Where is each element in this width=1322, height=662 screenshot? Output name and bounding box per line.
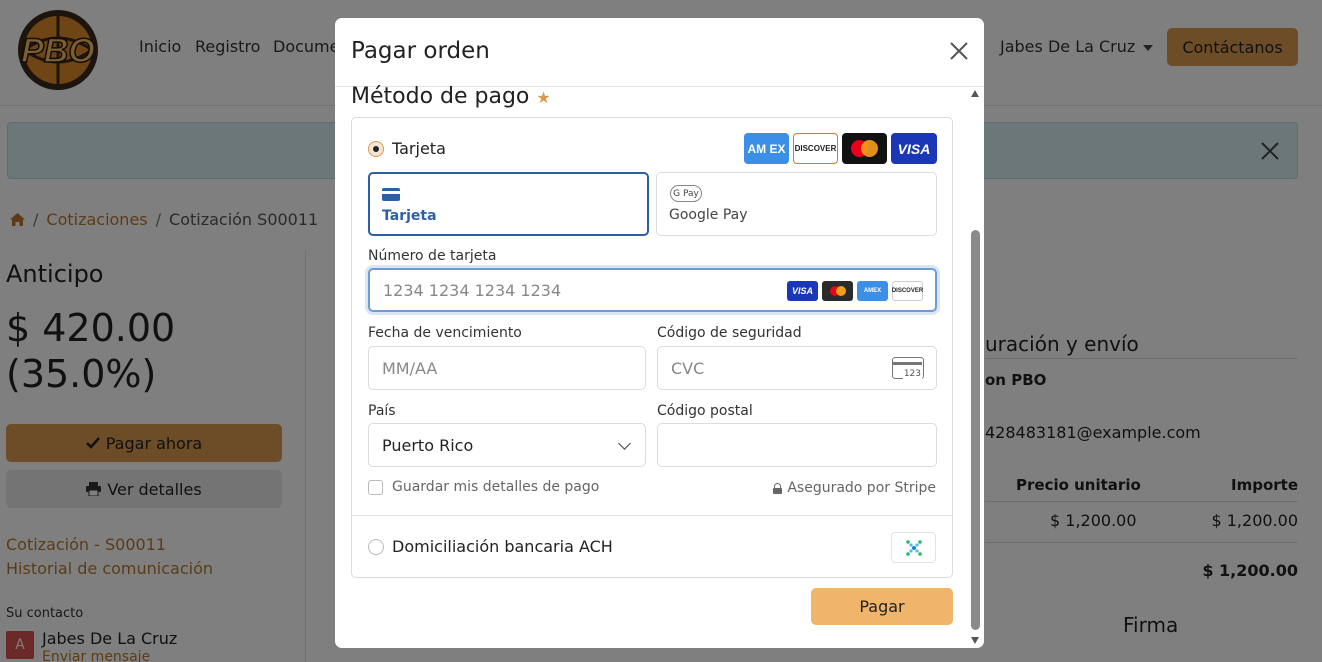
payment-element: Tarjeta AM EX DISCOVER VISA Tarjeta G Pa…	[351, 117, 953, 578]
card-option-label: Tarjeta	[392, 139, 446, 158]
postal-input[interactable]	[657, 423, 937, 467]
modal-header: Pagar orden	[335, 18, 984, 87]
mastercard-logo	[822, 281, 853, 301]
cvc-icon-text: 123	[902, 369, 922, 379]
save-details-checkbox[interactable]	[368, 480, 383, 495]
scroll-thumb[interactable]	[971, 230, 980, 630]
visa-logo: VISA	[891, 133, 937, 164]
google-pay-icon: G Pay	[670, 185, 702, 202]
close-icon[interactable]	[948, 40, 970, 62]
chevron-down-icon	[618, 437, 631, 450]
card-number-input[interactable]: 1234 1234 1234 1234 VISA AMEX DISCOVER	[368, 268, 937, 312]
payment-tabs: Tarjeta G Pay Google Pay	[368, 172, 937, 236]
ach-radio[interactable]	[368, 539, 384, 555]
modal-title: Pagar orden	[351, 38, 490, 64]
discover-logo: DISCOVER	[892, 281, 923, 301]
ach-option-label: Domiciliación bancaria ACH	[392, 537, 613, 556]
country-label: País	[368, 403, 396, 419]
country-value: Puerto Rico	[382, 435, 474, 455]
tab-card[interactable]: Tarjeta	[368, 172, 649, 236]
divider	[352, 515, 952, 516]
postal-label: Código postal	[657, 403, 753, 419]
expiry-placeholder: MM/AA	[382, 358, 438, 378]
mastercard-logo	[842, 133, 887, 164]
scroll-down-arrow[interactable]	[971, 637, 979, 644]
secured-label: Asegurado por Stripe	[787, 480, 936, 496]
scroll-up-arrow[interactable]	[971, 90, 979, 97]
discover-logo: DISCOVER	[793, 133, 838, 164]
tab-label: Google Pay	[669, 207, 748, 223]
payment-method-title: Método de pago ★	[351, 84, 551, 109]
cvc-placeholder: CVC	[671, 358, 705, 378]
cvc-label: Código de seguridad	[657, 325, 802, 341]
cvc-card-icon: 123	[892, 357, 924, 379]
modal-body: Método de pago ★ Tarjeta AM EX DISCOVER …	[335, 84, 971, 648]
cvc-input[interactable]: CVC 123	[657, 346, 937, 390]
credit-card-icon	[382, 188, 400, 201]
bank-icon	[891, 532, 936, 563]
ach-logo	[905, 539, 922, 556]
tab-label: Tarjeta	[382, 208, 437, 224]
visa-logo: VISA	[787, 281, 818, 301]
amex-logo: AMEX	[857, 281, 888, 301]
card-radio[interactable]	[368, 141, 384, 157]
lock-icon	[773, 482, 783, 494]
card-number-placeholder: 1234 1234 1234 1234	[383, 280, 562, 300]
secured-by-stripe: Asegurado por Stripe	[773, 480, 936, 496]
card-brands: VISA AMEX DISCOVER	[787, 281, 923, 301]
submit-payment-button[interactable]: Pagar	[811, 588, 953, 625]
tab-google-pay[interactable]: G Pay Google Pay	[656, 172, 937, 236]
payment-modal: Pagar orden Método de pago ★ Tarjeta AM …	[335, 18, 984, 648]
payment-method-title-text: Método de pago	[351, 84, 530, 109]
star-icon: ★	[536, 88, 551, 107]
modal-scrollbar[interactable]	[971, 88, 980, 648]
expiry-input[interactable]: MM/AA	[368, 346, 646, 390]
save-details-label: Guardar mis detalles de pago	[392, 479, 600, 495]
card-number-label: Número de tarjeta	[368, 248, 497, 264]
country-select[interactable]: Puerto Rico	[368, 423, 646, 467]
amex-logo: AM EX	[744, 133, 789, 164]
expiry-label: Fecha de vencimiento	[368, 325, 522, 341]
